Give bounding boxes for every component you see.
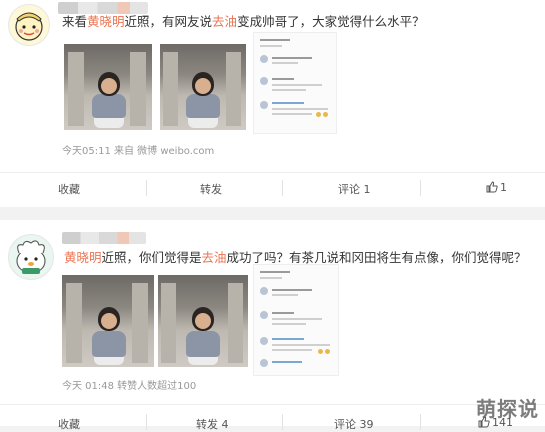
user-avatar[interactable]: [8, 4, 50, 46]
comment-button[interactable]: 评论 1: [338, 181, 371, 197]
divider: [282, 180, 283, 196]
post-image-2[interactable]: [158, 275, 248, 367]
divider: [146, 180, 147, 196]
watermark: 萌探说: [476, 397, 539, 421]
divider: [146, 414, 147, 430]
topic-link[interactable]: 黄晓明: [64, 250, 102, 265]
weibo-post-1: 来看黄晓明近照，有网友说去油变成帅哥了，大家觉得什么水平？ 今天05:11 来自…: [0, 0, 545, 207]
topic-link[interactable]: 去油: [212, 14, 237, 29]
post-image-3[interactable]: [253, 264, 339, 376]
collect-button[interactable]: 收藏: [58, 416, 80, 432]
repost-button[interactable]: 转发 4: [196, 416, 229, 432]
weibo-post-2: 黄晓明近照，你们觉得是去油成功了吗？有茶几说和冈田将生有点像，你们觉得呢？ 今天…: [0, 220, 545, 431]
divider: [282, 414, 283, 430]
divider: [0, 404, 545, 405]
topic-link[interactable]: 去油: [202, 250, 227, 265]
post-meta: 今天 01:48 转赞人数超过100: [62, 381, 197, 392]
user-avatar[interactable]: [8, 234, 54, 280]
username-blurred[interactable]: [62, 232, 146, 244]
collect-button[interactable]: 收藏: [58, 181, 80, 197]
post-image-3[interactable]: [253, 32, 337, 134]
divider: [420, 180, 421, 196]
thumbs-up-icon: [486, 181, 498, 193]
divider: [0, 172, 545, 173]
repost-button[interactable]: 转发: [200, 181, 222, 197]
comment-button[interactable]: 评论 39: [334, 416, 374, 432]
post-image-2[interactable]: [160, 44, 246, 130]
topic-link[interactable]: 黄晓明: [87, 14, 125, 29]
post-text: 来看黄晓明近照，有网友说去油变成帅哥了，大家觉得什么水平？: [62, 14, 425, 29]
like-button[interactable]: 1: [486, 181, 507, 194]
post-image-1[interactable]: [64, 44, 152, 130]
post-meta: 今天05:11 来自 微博 weibo.com: [62, 146, 215, 157]
post-image-1[interactable]: [62, 275, 154, 367]
username-blurred[interactable]: [58, 2, 148, 14]
divider: [420, 414, 421, 430]
